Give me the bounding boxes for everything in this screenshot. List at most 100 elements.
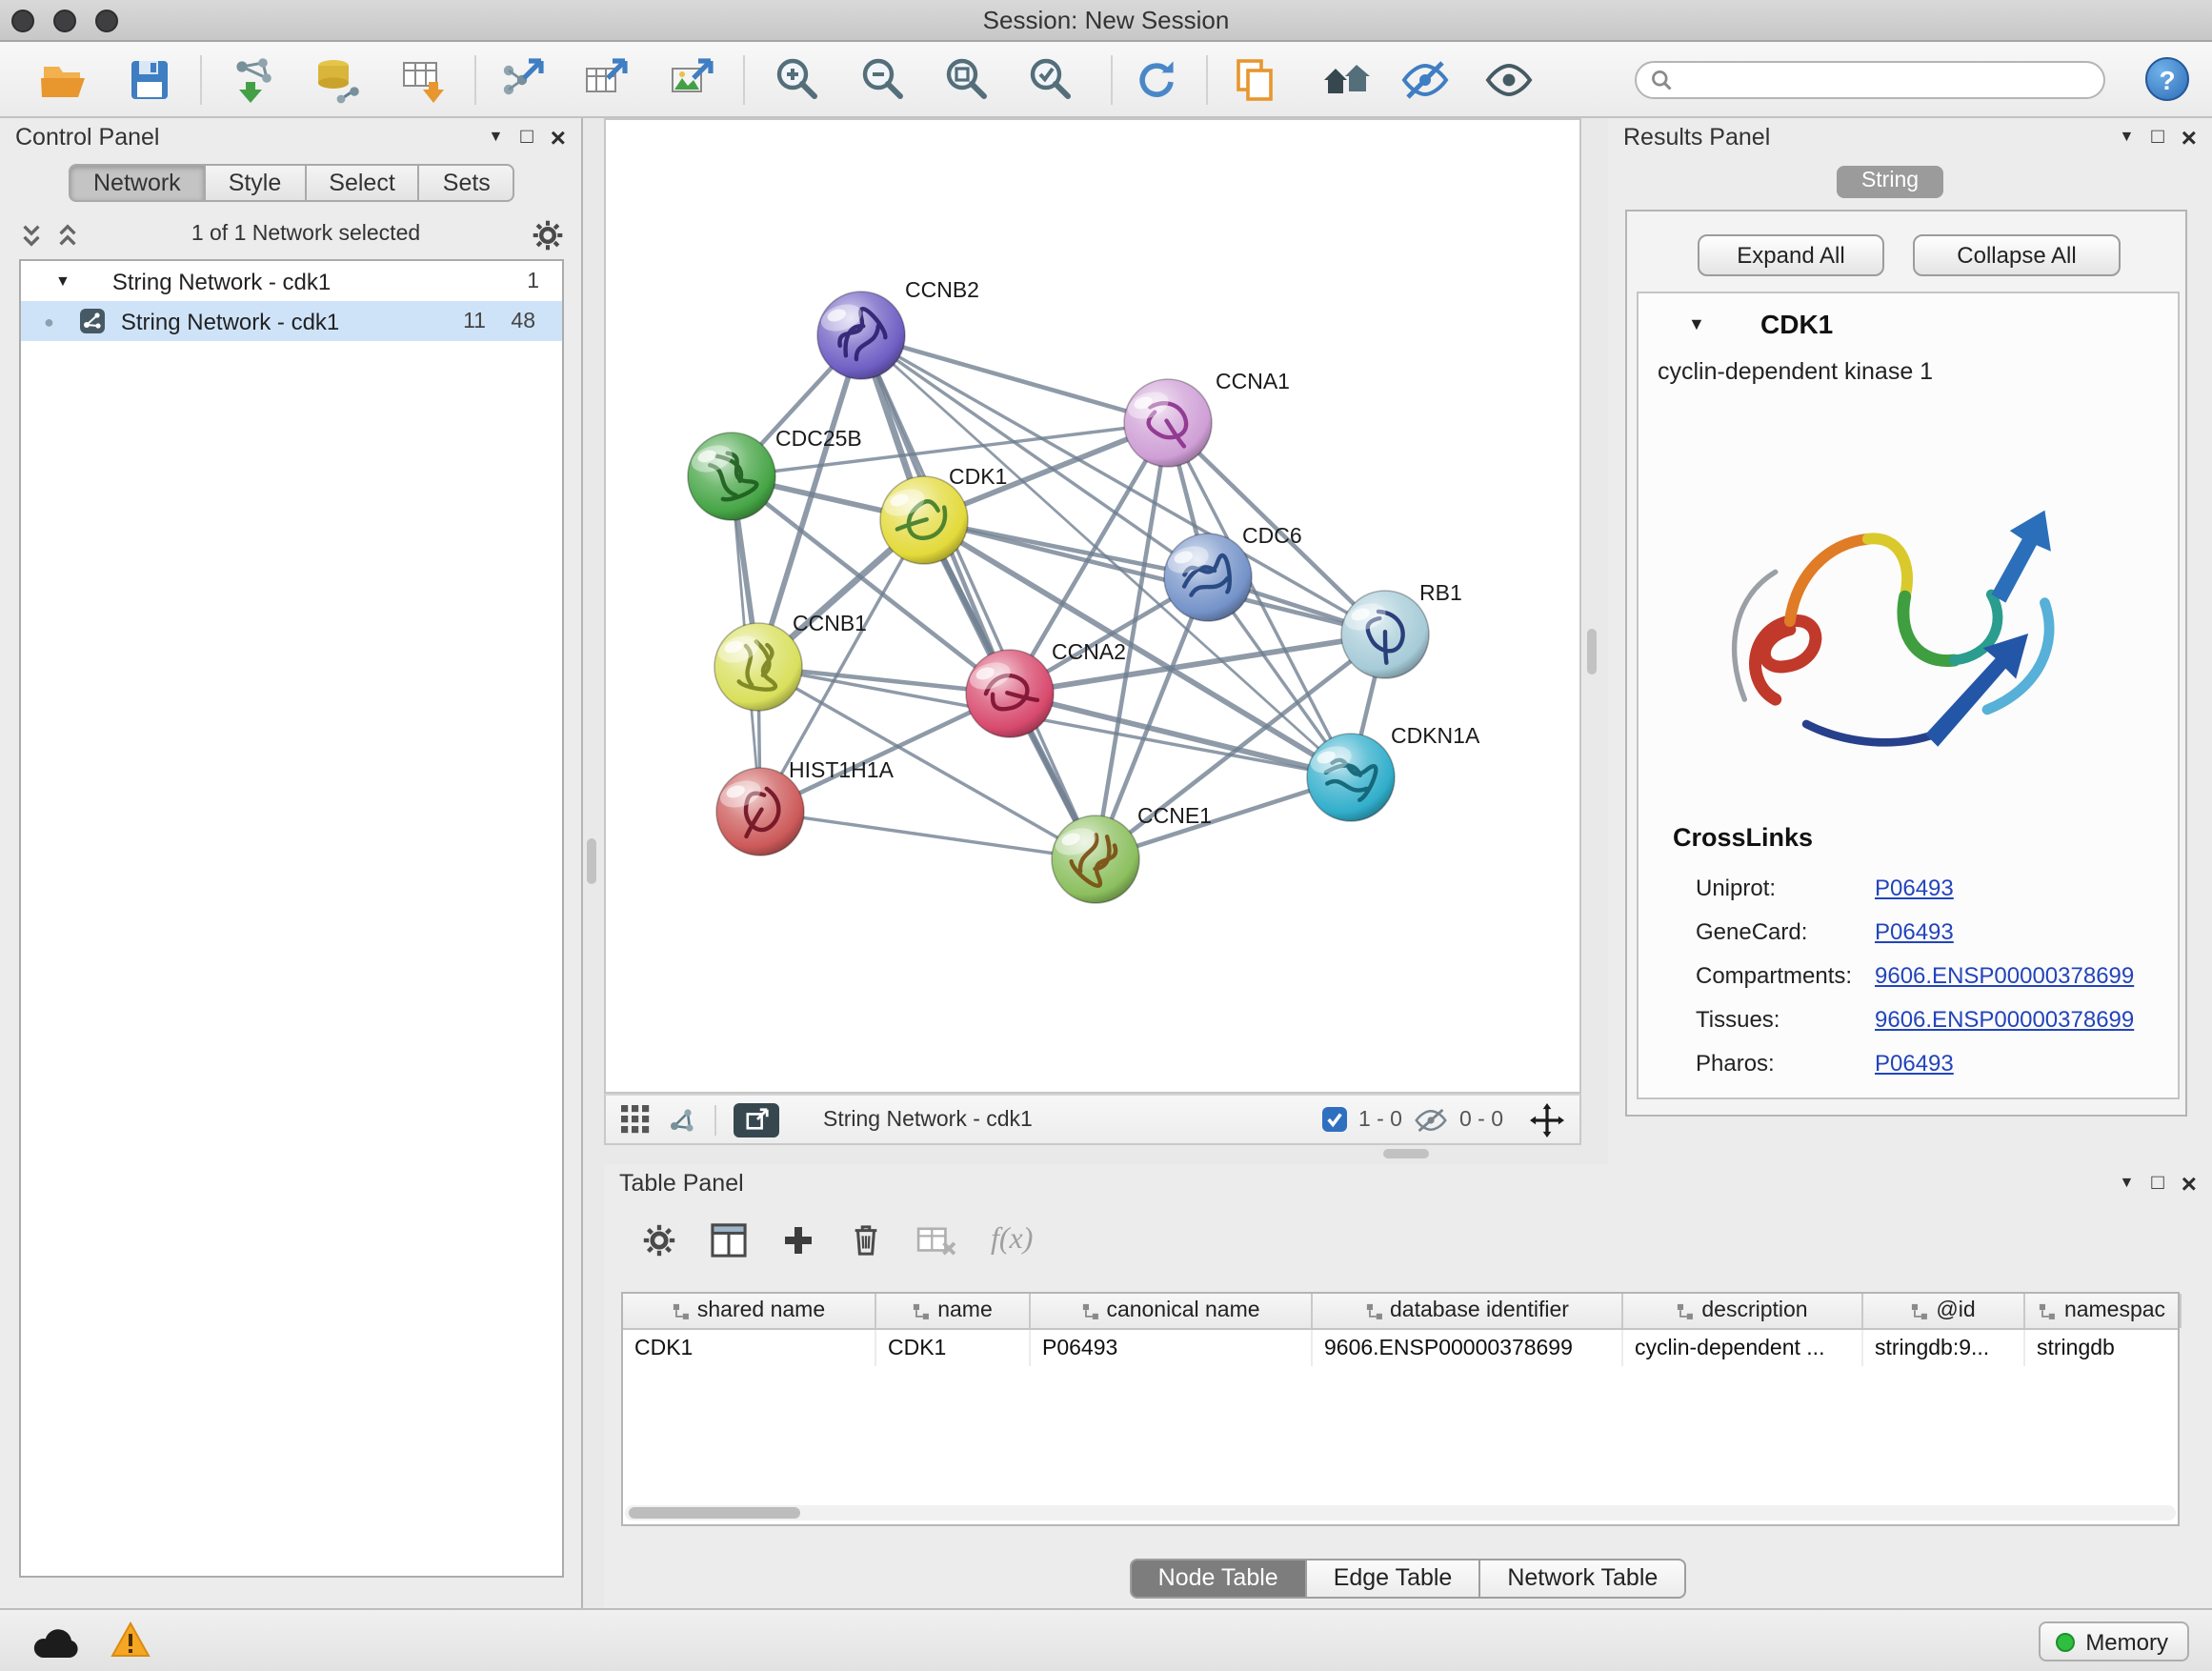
- node-label-CCNA2[interactable]: CCNA2: [1052, 642, 1126, 665]
- search-input[interactable]: [1682, 66, 2103, 94]
- birds-eye-view-icon[interactable]: [621, 1105, 650, 1134]
- import-table-icon[interactable]: [398, 55, 448, 105]
- crosslink-link[interactable]: P06493: [1875, 1049, 1954, 1076]
- warning-icon[interactable]: [111, 1621, 151, 1660]
- network-node-CCNB2[interactable]: [817, 292, 905, 379]
- tab-style[interactable]: Style: [206, 164, 307, 202]
- selected-nodes-checkbox-icon[interactable]: [1322, 1107, 1347, 1132]
- column-header--id[interactable]: @id: [1863, 1294, 2025, 1328]
- panel-float-icon[interactable]: □: [2151, 1173, 2163, 1194]
- column-header-canonical-name[interactable]: canonical name: [1031, 1294, 1313, 1328]
- collapse-all-nodes-icon[interactable]: [55, 222, 80, 247]
- network-node-CCNB1[interactable]: [714, 623, 802, 711]
- tree-expand-icon[interactable]: ▼: [55, 272, 70, 290]
- delete-column-icon[interactable]: [850, 1223, 882, 1258]
- panel-close-icon[interactable]: ×: [2182, 124, 2197, 151]
- import-network-file-icon[interactable]: [229, 55, 278, 105]
- panel-float-icon[interactable]: □: [520, 127, 533, 148]
- save-session-icon[interactable]: [124, 55, 173, 105]
- zoom-selected-icon[interactable]: [1025, 55, 1075, 105]
- delete-table-icon[interactable]: [916, 1224, 956, 1257]
- network-edge[interactable]: [861, 335, 1168, 423]
- hide-selected-icon[interactable]: [1400, 55, 1450, 105]
- node-label-HIST1H1A[interactable]: HIST1H1A: [789, 760, 894, 783]
- open-session-icon[interactable]: [38, 55, 88, 105]
- network-node-CDC6[interactable]: [1164, 534, 1252, 621]
- tab-select[interactable]: Select: [306, 164, 420, 202]
- zoom-out-icon[interactable]: [857, 55, 907, 105]
- zoom-in-icon[interactable]: [772, 55, 821, 105]
- refresh-icon[interactable]: [1132, 55, 1181, 105]
- tab-sets[interactable]: Sets: [420, 164, 515, 202]
- panel-menu-icon[interactable]: ▼: [488, 130, 503, 145]
- node-label-CCNB2[interactable]: CCNB2: [905, 280, 979, 303]
- network-collection-row[interactable]: ▼ String Network - cdk1 1: [21, 261, 562, 301]
- table-horizontal-scrollbar[interactable]: [625, 1505, 2176, 1520]
- vertical-splitter-handle[interactable]: [587, 838, 596, 884]
- expand-all-nodes-icon[interactable]: [19, 222, 44, 247]
- node-label-CCNE1[interactable]: CCNE1: [1137, 806, 1212, 829]
- node-label-CDK1[interactable]: CDK1: [949, 467, 1007, 490]
- crosslink-link[interactable]: P06493: [1875, 874, 1954, 900]
- node-label-CDKN1A[interactable]: CDKN1A: [1391, 726, 1479, 749]
- network-node-CCNA2[interactable]: [966, 650, 1054, 737]
- select-columns-icon[interactable]: [711, 1223, 747, 1258]
- tab-network[interactable]: Network: [69, 164, 206, 202]
- pan-mode-icon[interactable]: [1530, 1102, 1564, 1137]
- nested-networks-icon[interactable]: [1322, 55, 1372, 105]
- network-edge[interactable]: [861, 335, 1096, 859]
- panel-menu-icon[interactable]: ▼: [2119, 1176, 2134, 1191]
- show-all-icon[interactable]: [1484, 55, 1534, 105]
- gene-header-row[interactable]: ▼ CDK1: [1639, 301, 2178, 347]
- clone-network-icon[interactable]: [1231, 55, 1280, 105]
- network-node-CDC25B[interactable]: [688, 433, 775, 520]
- add-column-icon[interactable]: [781, 1223, 815, 1258]
- horizontal-splitter-handle[interactable]: [1383, 1149, 1429, 1158]
- tab-string[interactable]: String: [1837, 166, 1943, 198]
- export-network-icon[interactable]: [497, 55, 547, 105]
- panel-close-icon[interactable]: ×: [551, 124, 566, 151]
- collapse-gene-icon[interactable]: ▼: [1688, 314, 1705, 333]
- node-label-CDC25B[interactable]: CDC25B: [775, 429, 862, 452]
- export-image-icon[interactable]: [667, 55, 716, 105]
- open-in-browser-button[interactable]: [734, 1102, 779, 1137]
- crosslink-link[interactable]: 9606.ENSP00000378699: [1875, 1005, 2134, 1032]
- memory-button[interactable]: Memory: [2038, 1621, 2189, 1661]
- network-row-selected[interactable]: ● String Network - cdk1 11 48: [21, 301, 562, 341]
- crosslink-link[interactable]: 9606.ENSP00000378699: [1875, 961, 2134, 988]
- crosslink-link[interactable]: P06493: [1875, 917, 1954, 944]
- help-icon[interactable]: ?: [2145, 57, 2189, 101]
- panel-float-icon[interactable]: □: [2151, 127, 2163, 148]
- node-label-CCNA1[interactable]: CCNA1: [1216, 372, 1290, 394]
- network-edge[interactable]: [924, 520, 1385, 634]
- export-table-icon[interactable]: [581, 55, 631, 105]
- node-label-CDC6[interactable]: CDC6: [1242, 526, 1302, 549]
- cloud-icon[interactable]: [30, 1623, 80, 1660]
- column-header-description[interactable]: description: [1623, 1294, 1863, 1328]
- import-network-database-icon[interactable]: [314, 55, 364, 105]
- column-header-database-identifier[interactable]: database identifier: [1313, 1294, 1623, 1328]
- gear-icon[interactable]: [532, 218, 564, 251]
- network-graph[interactable]: [606, 120, 1579, 1092]
- node-label-RB1[interactable]: RB1: [1419, 583, 1462, 606]
- node-label-CCNB1[interactable]: CCNB1: [793, 614, 867, 636]
- gear-icon[interactable]: [642, 1223, 676, 1258]
- network-node-CCNE1[interactable]: [1052, 815, 1139, 903]
- network-edge[interactable]: [760, 812, 1096, 859]
- column-header-name[interactable]: name: [876, 1294, 1031, 1328]
- expand-all-button[interactable]: Expand All: [1698, 234, 1884, 276]
- table-row[interactable]: CDK1CDK1P064939606.ENSP00000378699cyclin…: [623, 1330, 2178, 1366]
- column-header-namespac[interactable]: namespac: [2025, 1294, 2182, 1328]
- collapse-all-button[interactable]: Collapse All: [1913, 234, 2121, 276]
- network-canvas[interactable]: CCNB2 CCNA1 CDC25B CDK1 CDC6 RB1 CCNB1 CCNA2 CDK…: [604, 118, 1581, 1094]
- panel-close-icon[interactable]: ×: [2182, 1170, 2197, 1197]
- vertical-splitter-handle[interactable]: [1587, 629, 1597, 674]
- panel-menu-icon[interactable]: ▼: [2119, 130, 2134, 145]
- network-node-RB1[interactable]: [1341, 591, 1429, 678]
- tab-node-table[interactable]: Node Table: [1130, 1559, 1307, 1599]
- network-node-CCNA1[interactable]: [1124, 379, 1212, 467]
- column-header-shared-name[interactable]: shared name: [623, 1294, 876, 1328]
- network-node-CDKN1A[interactable]: [1307, 734, 1395, 821]
- function-builder-icon[interactable]: f(x): [991, 1223, 1033, 1258]
- tab-edge-table[interactable]: Edge Table: [1307, 1559, 1481, 1599]
